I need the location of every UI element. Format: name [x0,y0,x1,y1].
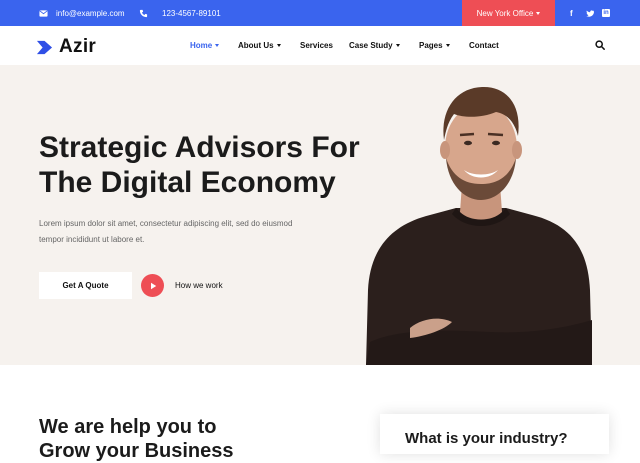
nav-item-home[interactable]: Home [190,41,220,50]
nav-item-services[interactable]: Services [300,41,333,50]
how-we-work-link[interactable]: How we work [175,281,223,290]
logo[interactable]: Azir [36,36,96,58]
chevron-down-icon [276,44,281,47]
linkedin-link[interactable]: in [602,0,610,26]
twitter-icon [586,9,594,17]
nav-item-case-study[interactable]: Case Study [349,41,400,50]
section-title-line-2: Grow your Business [39,440,234,462]
industry-card: What is your industry? [380,414,609,454]
nav-about-label: About Us [238,41,274,50]
phone-text[interactable]: 123-4567-89101 [162,9,221,18]
get-quote-button[interactable]: Get A Quote [39,272,132,299]
play-icon [150,282,156,289]
office-selector[interactable]: New York Office [462,0,555,26]
industry-card-title: What is your industry? [405,430,568,447]
section-title-line-1: We are help you to [39,416,217,438]
hero-description-line-1: Lorem ipsum dolor sit amet, consectetur … [39,219,293,228]
chevron-down-icon [215,44,220,47]
chevron-down-icon [395,44,400,47]
hero-description: Lorem ipsum dolor sit amet, consectetur … [39,216,359,248]
nav-item-about[interactable]: About Us [238,41,281,50]
nav-case-study-label: Case Study [349,41,393,50]
logo-mark-icon [36,40,53,54]
hero-title: Strategic Advisors For The Digital Econo… [39,130,399,200]
nav-item-pages[interactable]: Pages [419,41,450,50]
chevron-down-icon [536,11,541,15]
nav-item-contact[interactable]: Contact [469,41,499,50]
office-label: New York Office [476,8,534,18]
nav-home-label: Home [190,41,213,50]
brand-name: Azir [59,36,97,57]
hero-title-line-1: Strategic Advisors For [39,131,360,164]
nav-services-label: Services [300,41,333,50]
email-text[interactable]: info@example.com [56,9,125,18]
email-contact[interactable]: info@example.com [39,0,125,26]
twitter-link[interactable]: t [586,0,594,26]
section-title: We are help you to Grow your Business [39,415,299,463]
phone-contact[interactable]: 123-4567-89101 [139,0,221,26]
hero-person-image [366,86,592,365]
envelope-icon [39,9,48,17]
facebook-link[interactable]: f [570,0,573,26]
nav-pages-label: Pages [419,41,443,50]
search-icon[interactable] [595,40,605,50]
hero-title-line-2: The Digital Economy [39,166,336,199]
linkedin-icon: in [602,9,610,17]
chevron-down-icon [445,44,450,47]
play-video-button[interactable] [141,274,164,297]
nav-contact-label: Contact [469,41,499,50]
facebook-icon: f [570,8,573,18]
hero-description-line-2: tempor incididunt ut labore et. [39,235,145,244]
phone-icon [139,9,148,17]
